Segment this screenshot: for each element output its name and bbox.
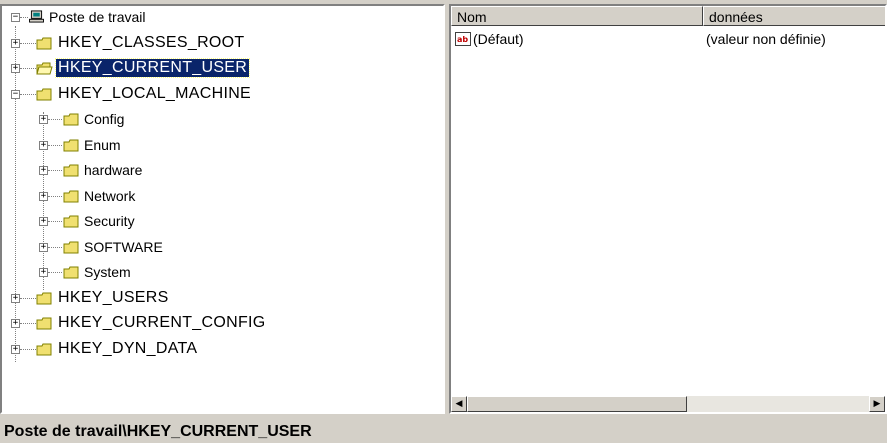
expand-icon[interactable]: + <box>11 294 20 303</box>
folder-icon <box>36 88 52 101</box>
tree-label: HKEY_CURRENT_CONFIG <box>58 314 266 331</box>
tree-node-enum[interactable]: + Enum <box>2 136 322 154</box>
tree-label: HKEY_CLASSES_ROOT <box>58 34 245 51</box>
tree-connector <box>20 94 36 95</box>
tree-label: Network <box>84 188 136 204</box>
tree-label: Enum <box>84 137 121 153</box>
folder-icon <box>36 292 52 305</box>
tree-connector <box>20 323 36 324</box>
expand-icon[interactable]: + <box>11 345 20 354</box>
folder-icon <box>63 113 79 126</box>
tree-connector <box>20 349 36 350</box>
registry-tree-pane[interactable]: − Poste de travail + HKEY_CLASSES_ROOT +… <box>0 4 445 414</box>
tree-label: HKEY_LOCAL_MACHINE <box>58 85 252 102</box>
status-bar-path: Poste de travail\HKEY_CURRENT_USER <box>0 420 887 443</box>
string-value-icon: ab <box>455 32 471 46</box>
tree-label: hardware <box>84 162 143 178</box>
tree-connector <box>48 221 62 222</box>
value-data: (valeur non définie) <box>706 31 826 47</box>
expand-icon[interactable]: + <box>11 319 20 328</box>
tree-connector <box>48 247 62 248</box>
scroll-right-icon[interactable]: ▶ <box>869 396 885 412</box>
tree-label: Security <box>84 213 135 229</box>
expand-icon[interactable]: + <box>39 141 48 150</box>
tree-node-hkey-local-machine[interactable]: − HKEY_LOCAL_MACHINE <box>2 85 322 103</box>
tree-node-network[interactable]: + Network <box>2 187 322 205</box>
tree-node-hkey-dyn-data[interactable]: + HKEY_DYN_DATA <box>2 340 322 358</box>
expand-icon[interactable]: + <box>11 39 20 48</box>
tree-connector <box>48 145 62 146</box>
folder-icon <box>63 241 79 254</box>
expand-icon[interactable]: + <box>39 243 48 252</box>
tree-node-security[interactable]: + Security <box>2 212 322 230</box>
horizontal-scrollbar[interactable]: ◀ ▶ <box>451 396 885 412</box>
tree-label-selected: HKEY_CURRENT_USER <box>54 58 251 78</box>
tree-connector <box>20 17 28 18</box>
expand-icon[interactable]: + <box>39 166 48 175</box>
open-folder-icon <box>36 62 53 75</box>
tree-node-hkey-users[interactable]: + HKEY_USERS <box>2 289 322 307</box>
tree-label: System <box>84 264 131 280</box>
computer-icon <box>29 10 44 23</box>
scrollbar-thumb[interactable] <box>467 396 687 412</box>
tree-connector <box>20 43 36 44</box>
tree-label: HKEY_DYN_DATA <box>58 340 198 357</box>
folder-icon <box>63 190 79 203</box>
list-item[interactable]: ab (Défaut) (valeur non définie) <box>451 6 885 52</box>
expand-icon[interactable]: + <box>11 64 20 73</box>
scroll-left-icon[interactable]: ◀ <box>451 396 467 412</box>
folder-icon <box>36 37 52 50</box>
tree-connector <box>20 68 36 69</box>
folder-icon <box>36 343 52 356</box>
folder-icon <box>63 164 79 177</box>
tree-node-system[interactable]: + System <box>2 263 322 281</box>
tree-label: SOFTWARE <box>84 239 163 255</box>
collapse-icon[interactable]: − <box>11 13 20 22</box>
tree-connector <box>48 170 62 171</box>
tree-node-hkey-current-user[interactable]: + HKEY_CURRENT_USER <box>2 58 322 78</box>
tree-connector <box>48 272 62 273</box>
expand-icon[interactable]: + <box>39 217 48 226</box>
tree-node-software[interactable]: + SOFTWARE <box>2 238 322 256</box>
tree-node-hkey-classes-root[interactable]: + HKEY_CLASSES_ROOT <box>2 34 322 52</box>
svg-text:ab: ab <box>457 35 468 44</box>
folder-icon <box>63 266 79 279</box>
expand-icon[interactable]: + <box>39 115 48 124</box>
folder-icon <box>63 139 79 152</box>
folder-icon <box>63 215 79 228</box>
tree-connector <box>48 196 62 197</box>
tree-root-label: Poste de travail <box>49 9 146 25</box>
tree-connector <box>48 119 62 120</box>
tree-node-hardware[interactable]: + hardware <box>2 161 322 179</box>
registry-values-pane[interactable]: Nom données ab (Défaut) (valeur non défi… <box>449 4 887 414</box>
tree-node-hkey-current-config[interactable]: + HKEY_CURRENT_CONFIG <box>2 314 342 332</box>
tree-node-config[interactable]: + Config <box>2 110 322 128</box>
tree-connector <box>20 298 36 299</box>
tree-label: Config <box>84 111 125 127</box>
tree-node-root[interactable]: − Poste de travail <box>2 8 302 26</box>
expand-icon[interactable]: + <box>39 192 48 201</box>
expand-icon[interactable]: + <box>39 268 48 277</box>
folder-icon <box>36 317 52 330</box>
collapse-icon[interactable]: − <box>11 90 20 99</box>
value-name: (Défaut) <box>473 31 524 47</box>
tree-label: HKEY_USERS <box>58 289 169 306</box>
